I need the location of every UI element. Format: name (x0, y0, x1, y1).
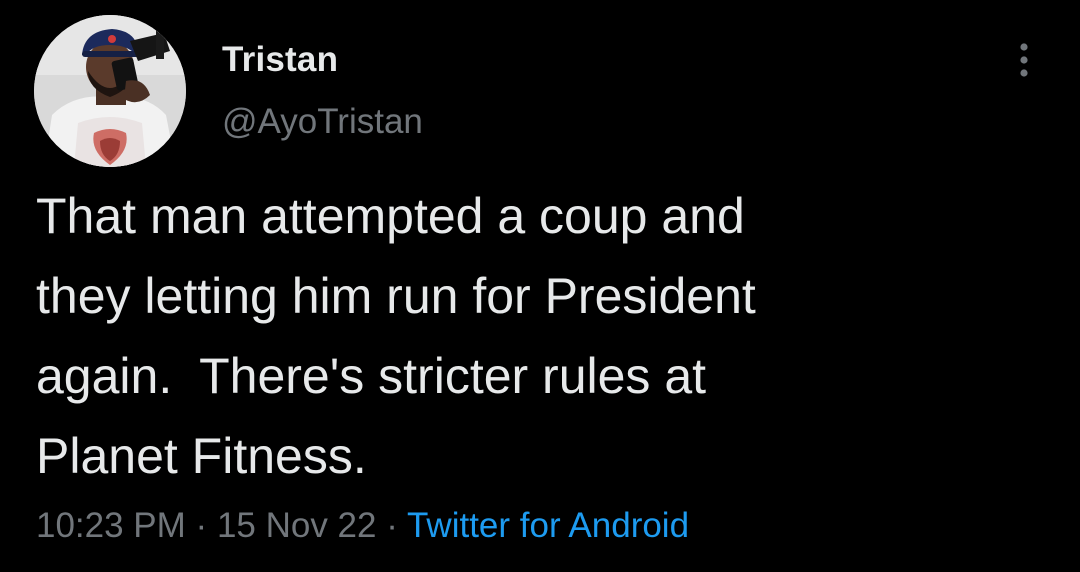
meta-separator: · (195, 506, 208, 545)
tweet-date[interactable]: 15 Nov 22 (217, 506, 377, 545)
avatar-photo-icon (34, 15, 186, 167)
more-vertical-icon (1020, 43, 1028, 77)
tweet-time[interactable]: 10:23 PM (36, 506, 186, 545)
author-handle[interactable]: @AyoTristan (222, 100, 423, 144)
meta-separator: · (386, 506, 398, 545)
more-options-button[interactable] (1008, 38, 1040, 82)
author-display-name[interactable]: Tristan (222, 38, 338, 82)
tweet-card: Tristan @AyoTristan That man attempted a… (0, 0, 1080, 572)
tweet-text: That man attempted a coup and they letti… (36, 188, 756, 484)
tweet-source-link[interactable]: Twitter for Android (407, 506, 689, 545)
avatar[interactable] (34, 15, 186, 167)
tweet-meta: 10:23 PM · 15 Nov 22 · Twitter for Andro… (36, 502, 689, 550)
